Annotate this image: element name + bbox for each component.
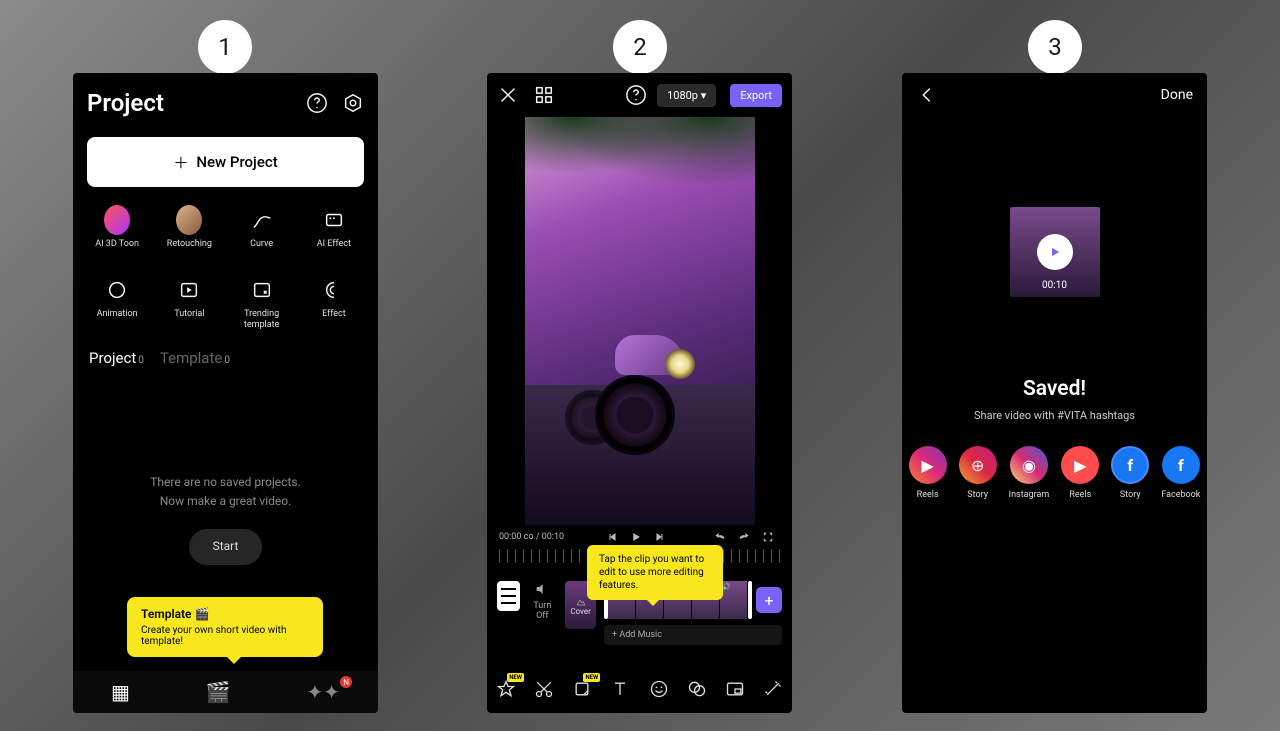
screen-project-home: Project ＋ New Project AI 3D Toon Retouch…	[73, 73, 378, 713]
share-instagram-reels[interactable]: ▶ Reels	[909, 446, 947, 500]
add-music-button[interactable]: + Add Music	[604, 625, 782, 645]
nav-discover[interactable]: ✦✦N	[307, 680, 341, 704]
fb-reels-icon: ▶	[1061, 446, 1099, 484]
screen-saved: Done 00:10 Saved! Share video with #VITA…	[902, 73, 1207, 713]
share-fb-reels[interactable]: ▶ Reels	[1061, 446, 1099, 500]
template-tooltip: Template 🎬 Create your own short video w…	[127, 597, 323, 657]
tool-curve[interactable]: Curve	[226, 207, 298, 259]
swirl-icon	[321, 277, 347, 303]
tool-effect[interactable]: Effect	[298, 277, 370, 329]
help-icon[interactable]	[306, 92, 328, 114]
share-instagram[interactable]: ◉ Instagram	[1009, 446, 1050, 500]
video-duration: 00:10	[1010, 280, 1100, 291]
help-icon[interactable]	[625, 84, 647, 106]
tab-project[interactable]: Project0	[89, 349, 144, 367]
tool-pip[interactable]	[725, 679, 745, 703]
resolution-dropdown[interactable]: 1080p ▾	[657, 84, 716, 107]
close-icon[interactable]	[497, 84, 519, 106]
circle-icon	[104, 277, 130, 303]
tool-animation[interactable]: Animation	[81, 277, 153, 329]
step-badge-2: 2	[613, 20, 667, 74]
tool-retouching[interactable]: Retouching	[153, 207, 225, 259]
tool-favorite[interactable]: NEW	[496, 679, 516, 703]
sparkle-icon	[321, 207, 347, 233]
screen-editor: 1080p ▾ Export 00:00 co / 00:10 Tap the …	[487, 73, 792, 713]
tool-cut[interactable]	[534, 679, 554, 703]
tool-emoji[interactable]	[649, 679, 669, 703]
share-facebook[interactable]: f Facebook	[1161, 446, 1200, 500]
new-project-button[interactable]: ＋ New Project	[87, 137, 364, 187]
empty-state: There are no saved projects. Now make a …	[73, 473, 378, 565]
timecode: 00:00 co / 00:10	[499, 532, 564, 542]
saved-subtitle: Share video with #VITA hashtags	[902, 409, 1207, 422]
done-button[interactable]: Done	[1161, 87, 1193, 103]
avatar-icon	[104, 207, 130, 233]
facebook-icon: f	[1162, 446, 1200, 484]
fb-story-icon: f	[1111, 446, 1149, 484]
tool-sticker[interactable]: NEW	[572, 679, 592, 703]
tool-ai-3d-toon[interactable]: AI 3D Toon	[81, 207, 153, 259]
template-icon	[249, 277, 275, 303]
layers-button[interactable]	[497, 581, 520, 611]
story-icon: ⊕	[959, 446, 997, 484]
saved-heading: Saved!	[902, 377, 1207, 401]
export-button[interactable]: Export	[730, 84, 782, 107]
step-badge-3: 3	[1028, 20, 1082, 74]
play-icon[interactable]	[630, 531, 642, 543]
prev-icon[interactable]	[606, 531, 618, 543]
new-project-label: New Project	[196, 153, 277, 171]
reels-icon: ▶	[909, 446, 947, 484]
grid-icon[interactable]	[533, 84, 555, 106]
tool-trending-template[interactable]: Trending template	[226, 277, 298, 329]
play-square-icon	[176, 277, 202, 303]
play-button[interactable]	[1037, 234, 1073, 270]
redo-icon[interactable]	[738, 531, 750, 543]
page-title: Project	[87, 89, 164, 117]
tool-text[interactable]	[610, 679, 630, 703]
tool-magic[interactable]	[763, 679, 783, 703]
video-preview[interactable]	[525, 117, 755, 525]
nav-template[interactable]: 🎬	[206, 680, 231, 704]
tool-filter[interactable]	[687, 679, 707, 703]
undo-icon[interactable]	[714, 531, 726, 543]
add-clip-button[interactable]: +	[756, 587, 782, 613]
curve-icon	[249, 207, 275, 233]
tab-template[interactable]: Template0	[160, 349, 230, 367]
tool-tutorial[interactable]: Tutorial	[153, 277, 225, 329]
instagram-icon: ◉	[1010, 446, 1048, 484]
nav-home[interactable]: ▦	[111, 680, 130, 704]
start-button[interactable]: Start	[189, 529, 263, 564]
back-icon[interactable]	[916, 84, 938, 106]
new-badge: N	[340, 676, 352, 688]
share-instagram-story[interactable]: ⊕ Story	[959, 446, 997, 500]
face-icon	[176, 207, 202, 233]
fullscreen-icon[interactable]	[762, 531, 774, 543]
settings-icon[interactable]	[342, 92, 364, 114]
step-badge-1: 1	[198, 20, 252, 74]
plus-icon: ＋	[173, 152, 188, 173]
share-fb-story[interactable]: f Story	[1111, 446, 1149, 500]
next-icon[interactable]	[654, 531, 666, 543]
clip-tooltip: Tap the clip you want to edit to use mor…	[587, 545, 723, 600]
clip[interactable]: 🔊	[720, 581, 748, 619]
audio-turnoff-button[interactable]: Turn Off	[528, 581, 558, 621]
saved-video-thumbnail[interactable]: 00:10	[1010, 207, 1100, 297]
tool-ai-effect[interactable]: AI Effect	[298, 207, 370, 259]
